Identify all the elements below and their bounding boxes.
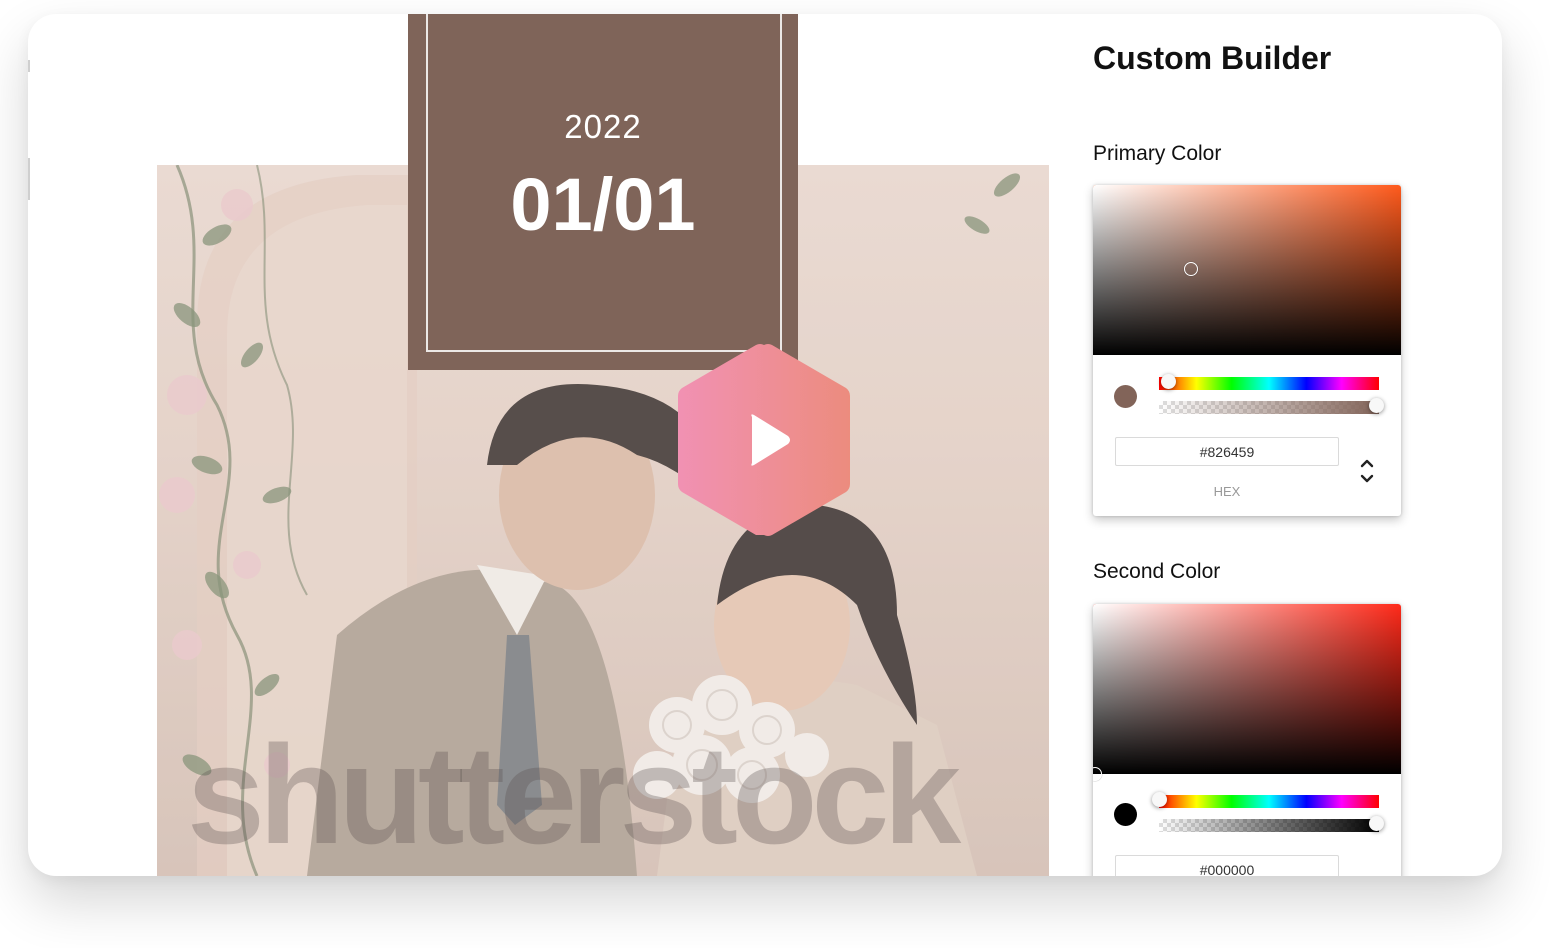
saturation-cursor[interactable] bbox=[1184, 262, 1198, 276]
second-color-picker: #000000 bbox=[1093, 604, 1401, 876]
second-color-label: Second Color bbox=[1093, 560, 1221, 583]
hue-slider[interactable] bbox=[1159, 374, 1379, 390]
custom-builder-panel: Custom Builder Primary Color #826459 HEX bbox=[1093, 14, 1473, 876]
hue-slider[interactable] bbox=[1152, 792, 1379, 808]
date-day: 01/01 bbox=[510, 163, 696, 246]
date-year: 2022 bbox=[564, 108, 642, 145]
primary-color-label: Primary Color bbox=[1093, 142, 1222, 165]
hex-mode-label: HEX bbox=[1213, 484, 1241, 499]
date-card: 2022 01/01 bbox=[408, 14, 798, 370]
app-card: shutterstock 2022 01/01 Custom Builder P… bbox=[28, 14, 1502, 876]
play-icon bbox=[678, 344, 850, 536]
alpha-slider[interactable] bbox=[1159, 398, 1384, 414]
second-hex-input[interactable]: #000000 bbox=[1115, 855, 1339, 876]
color-swatch bbox=[1114, 803, 1137, 826]
edge-marker bbox=[28, 60, 30, 72]
chevron-up-down-icon bbox=[1360, 459, 1374, 483]
alpha-slider[interactable] bbox=[1159, 816, 1384, 832]
builder-title: Custom Builder bbox=[1093, 40, 1332, 76]
hue-slider-knob[interactable] bbox=[1152, 792, 1167, 807]
play-button[interactable] bbox=[676, 341, 852, 539]
watermark-text: shutterstock bbox=[187, 716, 961, 873]
format-toggle[interactable] bbox=[1355, 455, 1379, 487]
alpha-slider-knob[interactable] bbox=[1369, 398, 1384, 413]
primary-hex-input[interactable]: #826459 bbox=[1115, 437, 1339, 466]
hue-slider-knob[interactable] bbox=[1161, 374, 1176, 389]
saturation-cursor[interactable] bbox=[1093, 767, 1102, 781]
saturation-area[interactable] bbox=[1093, 185, 1401, 355]
color-swatch bbox=[1114, 385, 1137, 408]
edge-marker bbox=[28, 158, 30, 200]
alpha-slider-knob[interactable] bbox=[1369, 816, 1384, 831]
primary-color-picker: #826459 HEX bbox=[1093, 185, 1401, 516]
saturation-area[interactable] bbox=[1093, 604, 1401, 781]
